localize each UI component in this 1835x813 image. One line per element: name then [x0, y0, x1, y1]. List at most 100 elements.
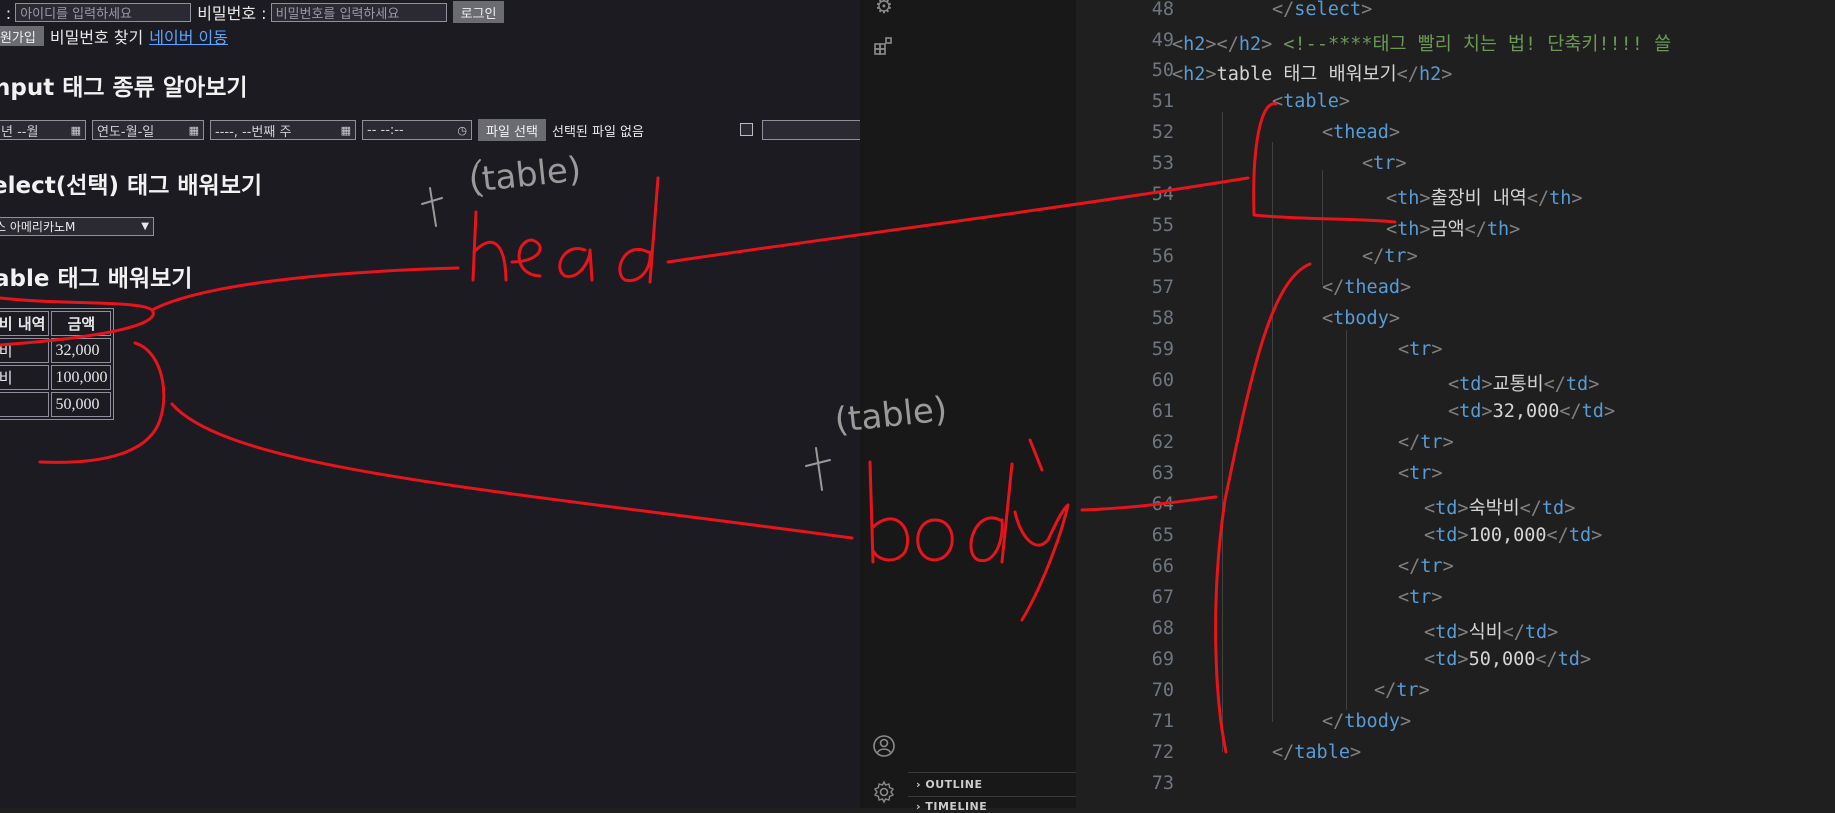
code-line: </select>: [1272, 0, 1373, 20]
code-line: <tbody>: [1322, 308, 1400, 329]
table-row: 통비 32,000: [0, 338, 112, 363]
settings-gear-icon[interactable]: [872, 780, 896, 804]
line-number: 53: [1151, 153, 1174, 174]
table-cell: 통비: [0, 338, 50, 363]
table-header-cell: 금액: [51, 311, 112, 336]
line-number: 61: [1151, 401, 1174, 422]
line-number: 55: [1151, 215, 1174, 236]
clock-icon: ◷: [457, 123, 467, 137]
time-input[interactable]: -- --:-- ◷: [362, 120, 472, 140]
line-number: 70: [1151, 680, 1174, 701]
run-debug-icon[interactable]: ⚙: [872, 0, 896, 18]
extensions-icon[interactable]: [872, 34, 896, 58]
signup-button[interactable]: 회원가입: [0, 26, 44, 46]
line-number: 65: [1151, 525, 1174, 546]
table-cell: 박비: [0, 365, 50, 390]
input-types-row: 년 --월 ▦ 연도-월-일 ▦ ----, --번째 주 ▦ -- --:-- ◷ 파…: [0, 119, 644, 141]
code-line: <thead>: [1322, 122, 1400, 143]
code-line: </tr>: [1374, 680, 1430, 701]
line-number: 62: [1151, 432, 1174, 453]
browser-viewport: 디 : 아이디를 입력하세요 비밀번호 : 비밀번호를 입력하세요 로그인 회원…: [0, 0, 860, 808]
id-input[interactable]: 아이디를 입력하세요: [15, 2, 192, 22]
line-number: 68: [1151, 618, 1174, 639]
panel-divider: [908, 796, 1076, 797]
panel-divider: [908, 772, 1076, 773]
table-row: 비 50,000: [0, 392, 112, 417]
time-input-value: -- --:--: [367, 122, 404, 138]
code-line: <th>출장비 내역</th>: [1386, 188, 1583, 209]
line-number: 71: [1151, 711, 1174, 732]
file-status-text: 선택된 파일 없음: [551, 124, 644, 140]
line-number: 67: [1151, 587, 1174, 608]
table-cell: 50,000: [51, 392, 112, 417]
id-label: 디 :: [0, 4, 12, 23]
password-label: 비밀번호 :: [197, 4, 267, 23]
code-line: <tr>: [1398, 587, 1443, 608]
line-number: 59: [1151, 339, 1174, 360]
find-password-text: 비밀번호 찾기: [49, 28, 144, 47]
password-input[interactable]: 비밀번호를 입력하세요: [270, 2, 447, 22]
code-line: <tr>: [1362, 153, 1407, 174]
code-line: </table>: [1272, 742, 1362, 763]
account-icon[interactable]: [872, 734, 896, 758]
checkbox-input[interactable]: [740, 123, 753, 136]
table-cell: 32,000: [51, 338, 112, 363]
text-input[interactable]: [762, 120, 860, 140]
outline-panel-header[interactable]: › OUTLINE: [916, 778, 983, 791]
line-number: 56: [1151, 246, 1174, 267]
table-row: 박비 100,000: [0, 365, 112, 390]
coffee-select[interactable]: 스 아메리카노M ▼: [0, 217, 154, 236]
code-line: </tbody>: [1322, 711, 1412, 732]
month-input-value: 년 --월: [1, 124, 39, 140]
timeline-panel-header[interactable]: › TIMELINE: [916, 800, 987, 813]
line-number: 52: [1151, 122, 1174, 143]
indent-guide: [1346, 330, 1347, 710]
code-line: <td>32,000</td>: [1448, 401, 1616, 422]
code-line: <table>: [1272, 91, 1350, 112]
naver-link[interactable]: 네이버 이동: [149, 24, 228, 48]
outline-label: OUTLINE: [925, 778, 983, 791]
line-number: 72: [1151, 742, 1174, 763]
code-line: </tr>: [1398, 432, 1454, 453]
line-number: 50: [1151, 60, 1174, 81]
code-line: <th>금액</th>: [1386, 219, 1521, 240]
account-icon-glyph: [873, 735, 895, 757]
code-line: </thead>: [1322, 277, 1412, 298]
code-line: <td>100,000</td>: [1424, 525, 1603, 546]
activity-bar: [860, 0, 908, 808]
week-input-value: ----, --번째 주: [215, 124, 292, 140]
line-number: 60: [1151, 370, 1174, 391]
line-number: 57: [1151, 277, 1174, 298]
line-number: 49: [1151, 30, 1174, 51]
code-line: <h2></h2> <!--****태그 빨리 치는 법! 단축키!!!! 쓸: [1172, 34, 1683, 55]
select-tag-heading: elect(선택) 태그 배워보기: [0, 173, 263, 199]
extensions-icon-glyph: [874, 37, 892, 55]
login-button[interactable]: 로그인: [452, 1, 505, 23]
month-input[interactable]: 년 --월 ▦: [0, 120, 86, 140]
line-number: 73: [1151, 773, 1174, 794]
calendar-icon: ▦: [340, 123, 351, 137]
date-input[interactable]: 연도-월-일 ▦: [92, 120, 204, 140]
week-input[interactable]: ----, --번째 주 ▦: [210, 120, 356, 140]
chevron-right-icon: ›: [916, 778, 922, 791]
code-line: <tr>: [1398, 463, 1443, 484]
code-line: <td>식비</td>: [1424, 622, 1559, 643]
code-line: <tr>: [1398, 339, 1443, 360]
line-number: 64: [1151, 494, 1174, 515]
line-number: 51: [1151, 91, 1174, 112]
expense-table: 장비 내역 금액 통비 32,000 박비 100,000 비 50,000: [0, 308, 115, 420]
line-number: 58: [1151, 308, 1174, 329]
line-number: 54: [1151, 184, 1174, 205]
code-line: </tr>: [1362, 246, 1418, 267]
file-select-button[interactable]: 파일 선택: [478, 119, 546, 141]
code-line: <td>숙박비</td>: [1424, 498, 1576, 519]
input-types-heading: nput 태그 종류 알아보기: [0, 75, 248, 101]
indent-guide: [1222, 112, 1223, 752]
coffee-select-value: 스 아메리카노M: [0, 220, 76, 234]
timeline-label: TIMELINE: [925, 800, 988, 813]
date-input-value: 연도-월-일: [97, 124, 155, 140]
line-number: 66: [1151, 556, 1174, 577]
table-tag-heading: able 태그 배워보기: [0, 266, 193, 292]
table-cell: 100,000: [51, 365, 112, 390]
line-number: 48: [1151, 0, 1174, 20]
